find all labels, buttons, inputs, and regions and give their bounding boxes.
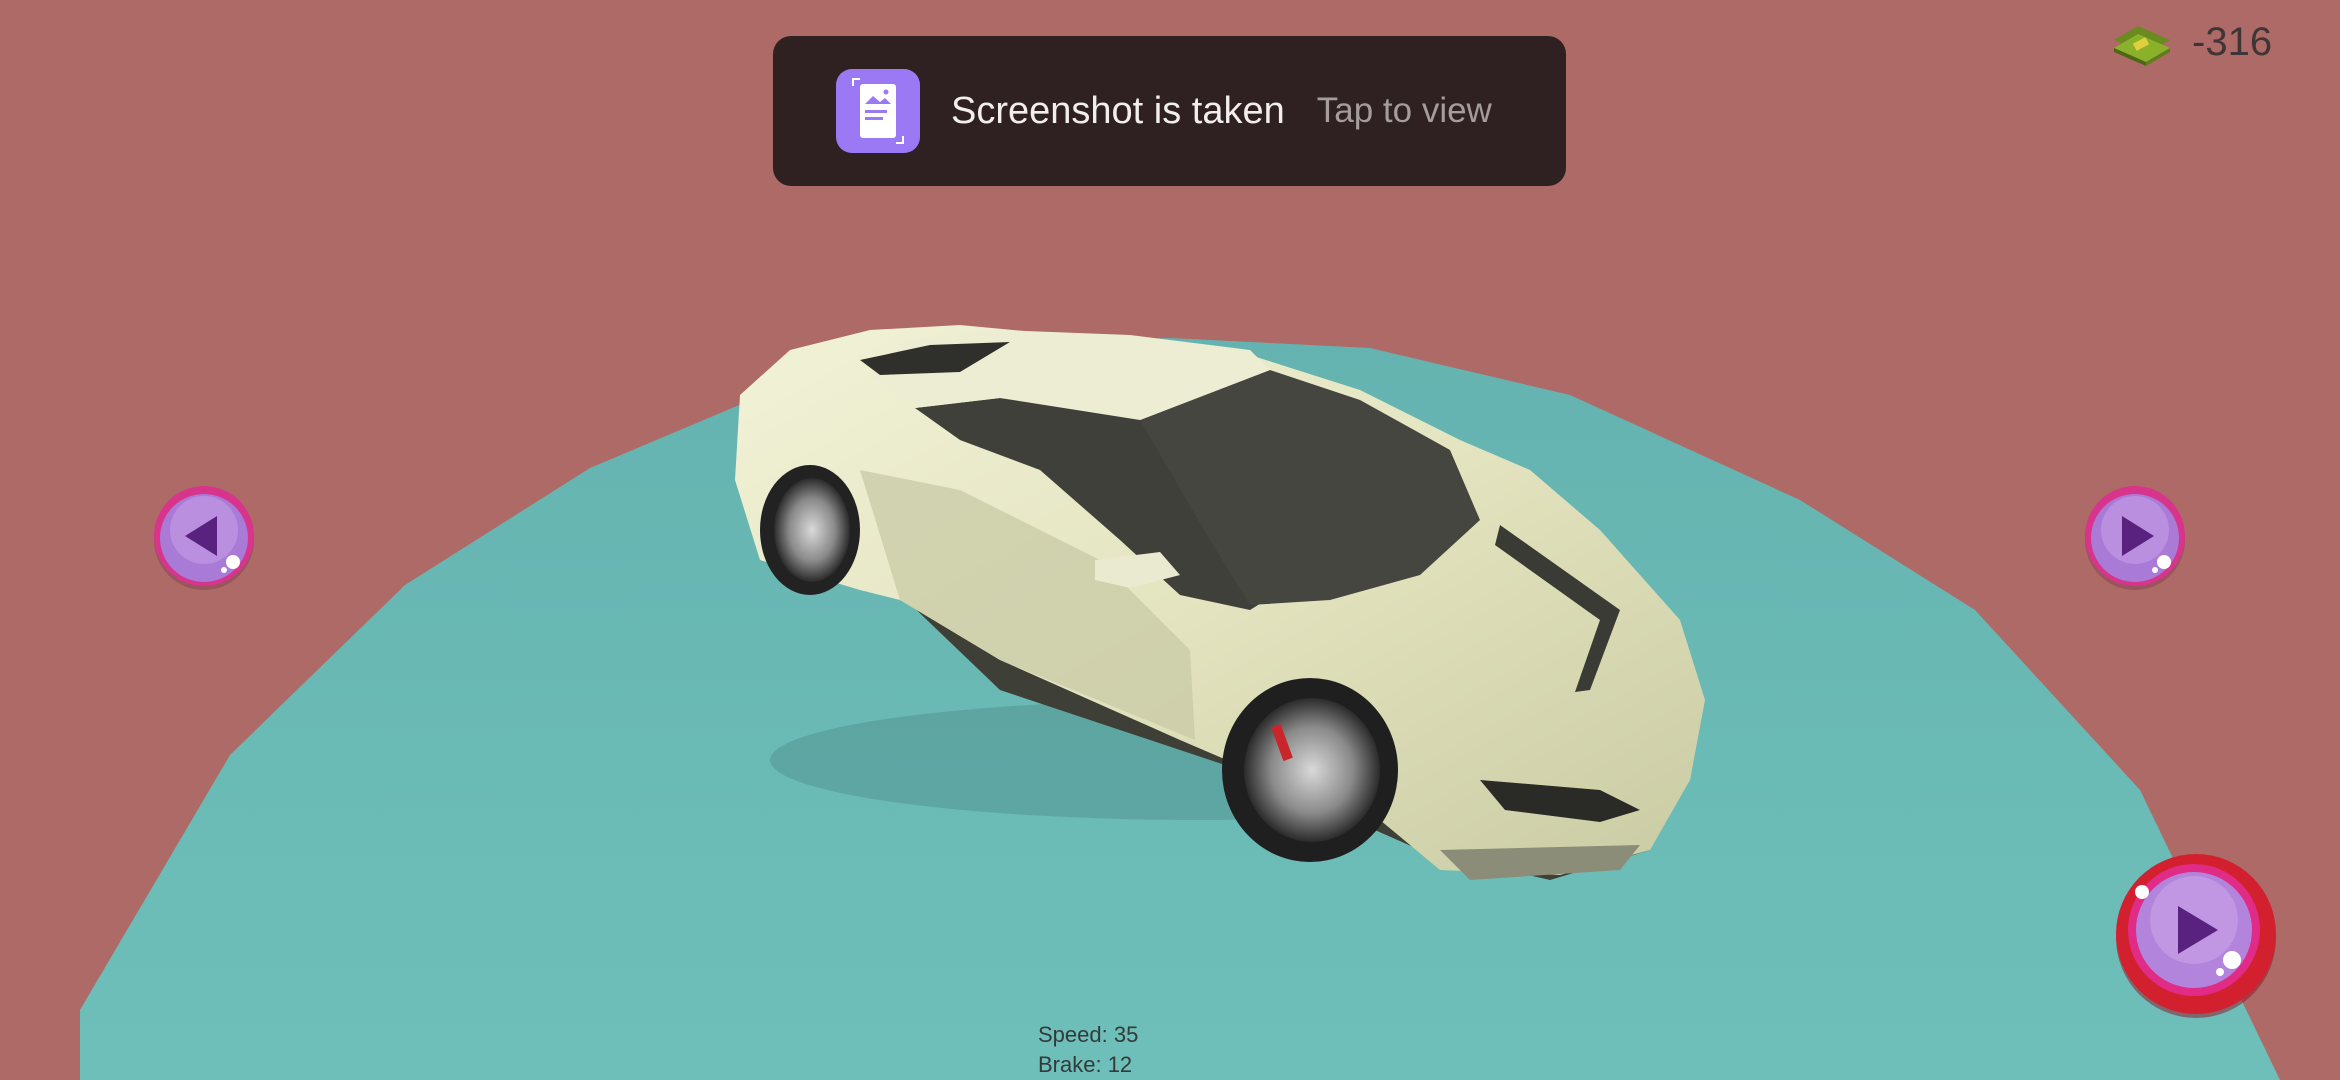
money-counter: -316 xyxy=(2108,14,2272,70)
car-stats: Speed: 35 Brake: 12 xyxy=(1038,1020,1138,1080)
money-value: -316 xyxy=(2192,19,2273,64)
next-car-button[interactable] xyxy=(2082,484,2188,592)
toast-title: Screenshot is taken xyxy=(951,89,1285,132)
screenshot-gallery-icon xyxy=(836,69,920,153)
screenshot-toast[interactable]: Screenshot is taken Tap to view xyxy=(773,36,1566,186)
play-button[interactable] xyxy=(2112,852,2280,1018)
cash-stack-icon xyxy=(2114,26,2170,66)
brake-stat: Brake: 12 xyxy=(1038,1052,1133,1077)
previous-car-button[interactable] xyxy=(151,484,257,592)
tap-to-view-link[interactable]: Tap to view xyxy=(1317,91,1492,131)
speed-stat: Speed: 35 xyxy=(1038,1022,1139,1047)
